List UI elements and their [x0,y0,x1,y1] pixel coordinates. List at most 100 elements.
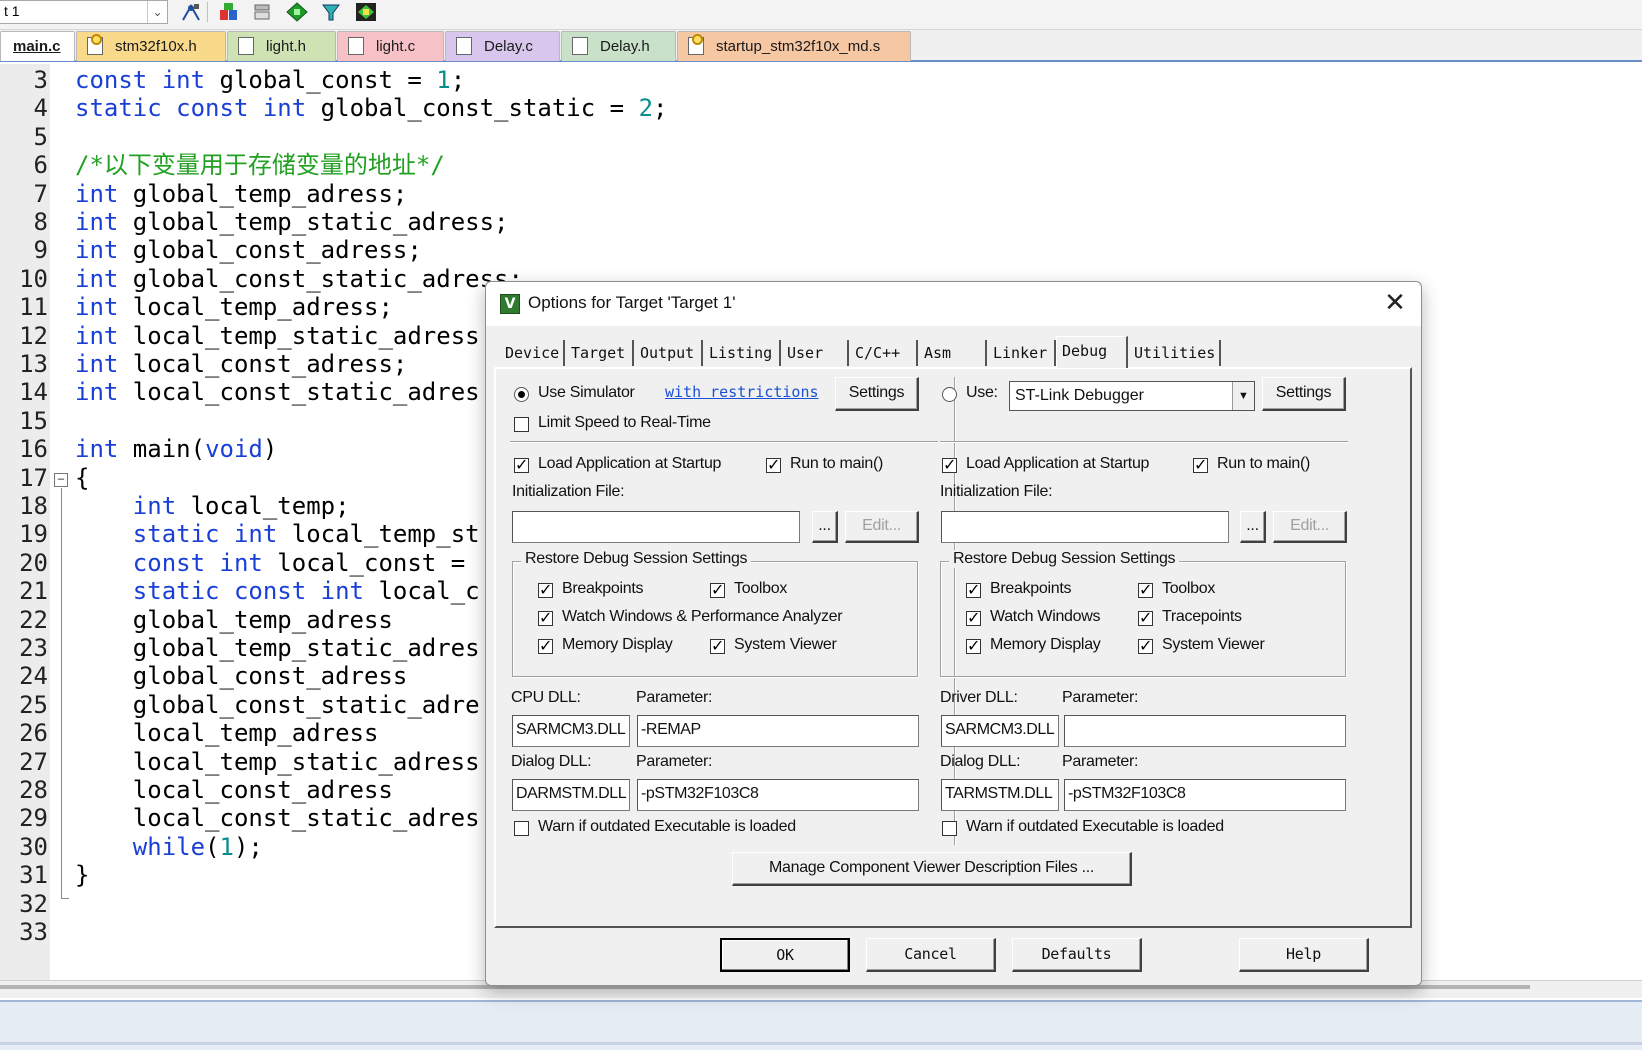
code-line[interactable]: static const int global_const_static = 2… [75,94,667,122]
file-tab-main-c[interactable]: main.c [0,31,75,61]
right-init-file-input[interactable] [941,511,1229,543]
dialog-title-bar[interactable]: V Options for Target 'Target 1' ✕ [486,282,1421,326]
code-line[interactable]: const int global_const = 1; [75,66,465,94]
right-breakpoints-checkbox[interactable] [966,580,981,599]
file-tab-light-c[interactable]: light.c [337,31,444,61]
tab-device[interactable]: Device [500,340,565,366]
right-load-app-checkbox[interactable] [942,455,957,474]
code-line[interactable]: local_const_static_adres [75,804,480,832]
code-line[interactable]: int global_temp_static_adress; [75,208,509,236]
file-tab-startup-s[interactable]: startup_stm32f10x_md.s [677,31,911,61]
limit-speed-checkbox[interactable] [514,417,529,432]
right-warn-checkbox[interactable] [942,821,957,836]
manage-project-icon[interactable] [218,2,240,22]
debugger-settings-button[interactable]: Settings [1262,377,1346,411]
left-watch-windows-checkbox[interactable] [538,608,553,627]
code-line[interactable]: global_temp_adress [75,606,393,634]
ok-button[interactable]: OK [720,938,850,972]
file-extensions-icon[interactable] [252,2,274,22]
code-line[interactable]: local_temp_adress [75,719,379,747]
right-watch-windows-checkbox[interactable] [966,608,981,627]
tab-utilities[interactable]: Utilities [1129,340,1221,366]
right-edit-button[interactable]: Edit... [1273,511,1347,543]
code-line[interactable]: int local_const_static_adres [75,378,480,406]
use-simulator-radio[interactable] [514,387,529,402]
code-line[interactable]: int local_const_adress; [75,350,407,378]
code-line[interactable]: int local_temp_adress; [75,293,393,321]
left-breakpoints-checkbox[interactable] [538,580,553,599]
code-line[interactable]: static int local_temp_st [75,520,480,548]
code-line[interactable]: local_temp_static_adress [75,748,480,776]
cpu-param-input[interactable]: -REMAP [637,715,919,747]
left-run-to-main-checkbox[interactable] [766,455,781,474]
left-dialog-dll-input[interactable]: DARMSTM.DLL [512,779,630,811]
tab-linker[interactable]: Linker [988,340,1056,366]
fold-collapse-icon[interactable]: − [54,473,68,487]
target-options-icon[interactable] [180,2,202,22]
left-init-file-input[interactable] [512,511,800,543]
help-button[interactable]: Help [1239,938,1369,972]
left-toolbox-checkbox[interactable] [710,580,725,599]
left-edit-button[interactable]: Edit... [845,511,919,543]
right-toolbox-checkbox[interactable] [1138,580,1153,599]
code-line[interactable]: int global_const_static_adress; [75,265,523,293]
tab-target[interactable]: Target [566,340,634,366]
tab-output[interactable]: Output [635,340,703,366]
tab-asm[interactable]: Asm [919,340,987,366]
use-debugger-radio[interactable] [942,387,957,402]
left-browse-button[interactable]: ... [812,511,838,543]
run-time-environment-icon[interactable] [355,2,377,22]
pack-installer-icon[interactable] [286,2,308,22]
code-line[interactable]: } [75,861,89,889]
tab-debug[interactable]: Debug [1056,336,1128,368]
driver-dll-input[interactable]: SARMCM3.DLL [941,715,1059,747]
left-memory-display-checkbox[interactable] [538,636,553,655]
debugger-select[interactable]: ST-Link Debugger ▼ [1009,381,1255,411]
code-line[interactable]: global_const_static_adre [75,691,480,719]
with-restrictions-link[interactable]: with restrictions [665,383,819,401]
right-system-viewer-checkbox[interactable] [1138,636,1153,655]
code-line[interactable]: global_const_adress [75,662,408,690]
file-tab-light-h[interactable]: light.h [227,31,336,61]
defaults-button[interactable]: Defaults [1012,938,1142,972]
close-icon[interactable]: ✕ [1379,288,1411,320]
code-line[interactable]: int global_temp_adress; [75,180,407,208]
code-line[interactable]: /*以下变量用于存储变量的地址*/ [75,151,445,179]
chevron-down-icon[interactable]: ⌄ [147,1,167,23]
cancel-button[interactable]: Cancel [866,938,996,972]
tab-user[interactable]: User [782,340,849,366]
target-select[interactable]: t 1 ⌄ [0,0,168,24]
code-line[interactable]: int local_temp_static_adress [75,322,480,350]
left-load-app-checkbox[interactable] [514,455,529,474]
code-line[interactable]: global_temp_static_adres [75,634,480,662]
tab-c-cpp[interactable]: C/C++ [850,340,918,366]
right-dialog-dll-input[interactable]: TARMSTM.DLL [941,779,1059,811]
code-line[interactable]: const int local_const = [75,549,465,577]
code-line[interactable]: int local_temp; [75,492,350,520]
file-tab-delay-h[interactable]: Delay.h [561,31,676,61]
right-memory-display-checkbox[interactable] [966,636,981,655]
file-tab-delay-c[interactable]: Delay.c [445,31,560,61]
right-browse-button[interactable]: ... [1240,511,1266,543]
code-line[interactable]: while(1); [75,833,263,861]
code-line[interactable]: int global_const_adress; [75,236,422,264]
cpu-dll-input[interactable]: SARMCM3.DLL [512,715,630,747]
simulator-settings-button[interactable]: Settings [835,377,919,411]
code-line[interactable]: { [75,464,89,492]
code-line[interactable]: static const int local_c [75,577,480,605]
driver-param-input[interactable] [1064,715,1346,747]
code-line[interactable]: local_const_adress [75,776,393,804]
right-dialog-param-input[interactable]: -pSTM32F103C8 [1064,779,1346,811]
right-run-to-main-checkbox[interactable] [1193,455,1208,474]
file-tab-stm32f10x-h[interactable]: stm32f10x.h [76,31,226,61]
left-system-viewer-checkbox[interactable] [710,636,725,655]
manage-component-viewer-button[interactable]: Manage Component Viewer Description File… [732,852,1132,886]
right-tracepoints-checkbox[interactable] [1138,608,1153,627]
tab-listing[interactable]: Listing [704,340,781,366]
left-dialog-param-input[interactable]: -pSTM32F103C8 [637,779,919,811]
left-warn-checkbox[interactable] [514,821,529,836]
chevron-down-icon[interactable]: ▼ [1232,382,1254,410]
code-line[interactable]: int main(void) [75,435,277,463]
select-packs-icon[interactable] [320,2,342,22]
